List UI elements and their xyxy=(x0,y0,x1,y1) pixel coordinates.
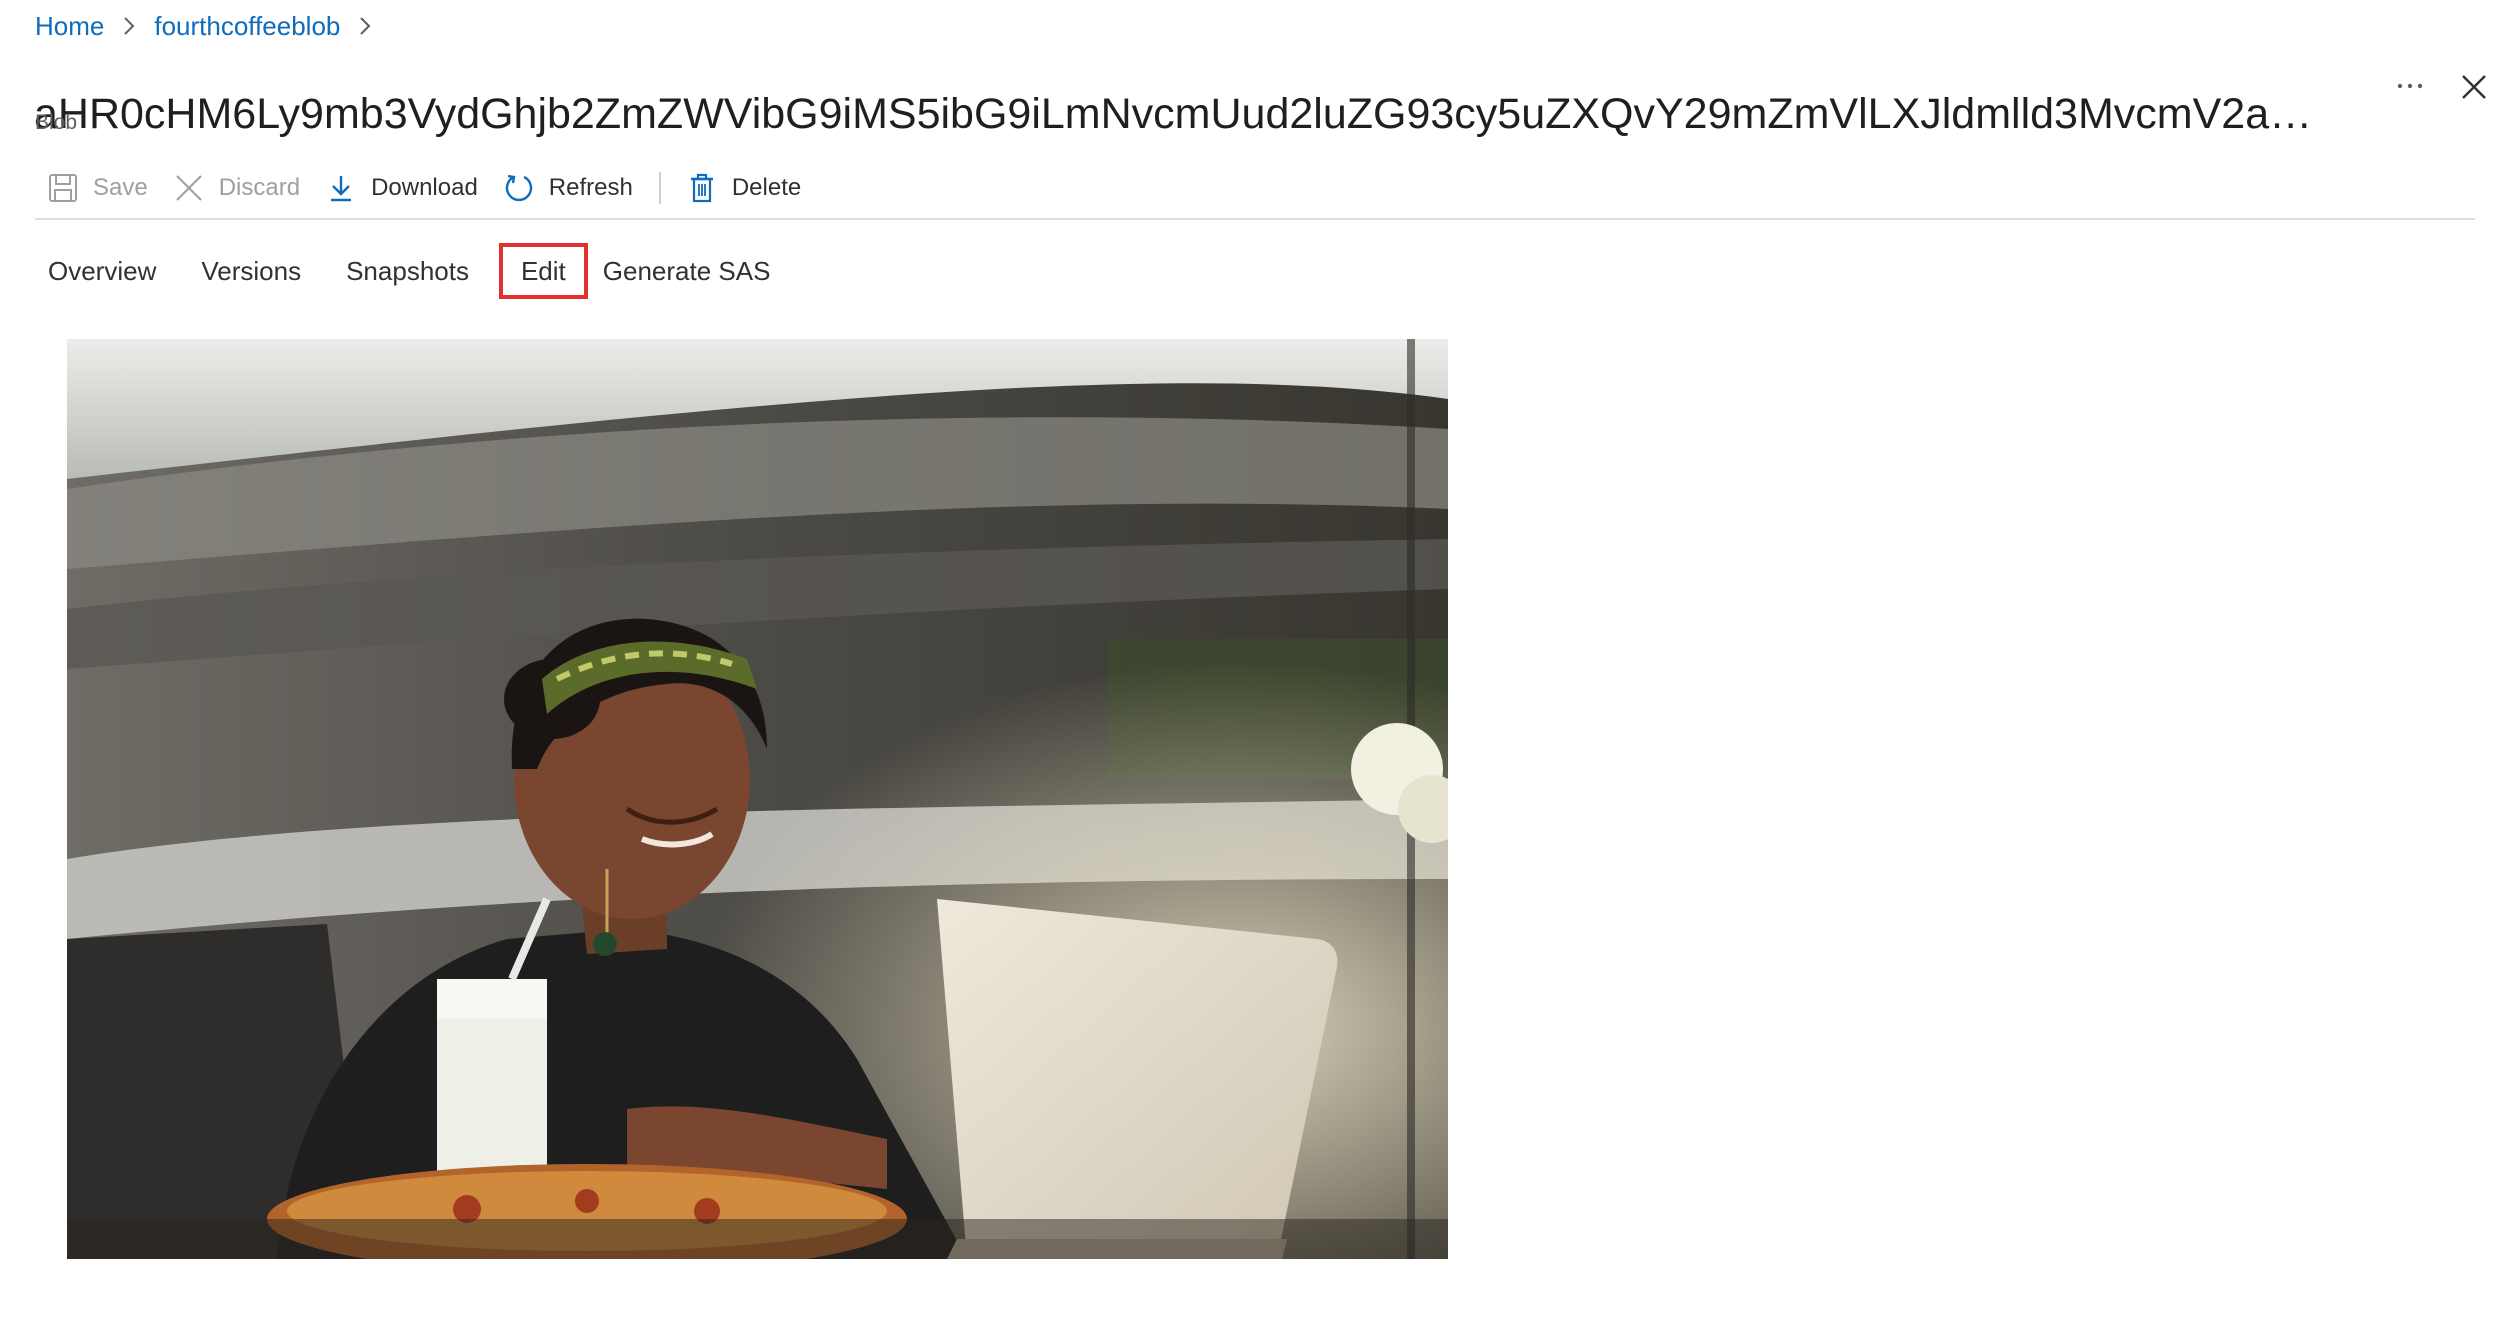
more-options-button[interactable] xyxy=(2388,66,2432,106)
resource-type-label: Blob xyxy=(35,111,78,134)
photo-woman-with-laptop xyxy=(67,339,1448,1259)
tab-list: Overview Versions Snapshots Edit Generat… xyxy=(35,243,802,299)
ellipsis-icon xyxy=(2397,83,2423,89)
download-label: Download xyxy=(371,174,478,201)
page-title: aHR0cHM6Ly9mb3VydGhjb2ZmZWVibG9iMS5ibG9i… xyxy=(34,89,2344,138)
blob-detail-page: Home fourthcoffeeblob aHR0cHM6Ly9mb3VydG… xyxy=(0,0,2495,1337)
discard-button[interactable]: Discard xyxy=(161,164,313,212)
refresh-icon xyxy=(503,172,535,204)
download-button[interactable]: Download xyxy=(313,164,491,212)
chevron-right-icon xyxy=(352,13,378,39)
trash-icon xyxy=(686,172,718,204)
title-row: aHR0cHM6Ly9mb3VydGhjb2ZmZWVibG9iMS5ibG9i… xyxy=(34,52,2486,138)
blob-image-preview xyxy=(67,339,1448,1259)
refresh-button[interactable]: Refresh xyxy=(491,164,646,212)
tab-generate-sas[interactable]: Generate SAS xyxy=(590,245,784,297)
delete-label: Delete xyxy=(731,174,802,201)
discard-icon xyxy=(173,172,205,204)
save-icon xyxy=(47,172,79,204)
tab-edit[interactable]: Edit xyxy=(498,243,588,299)
delete-button[interactable]: Delete xyxy=(674,164,814,212)
chevron-right-icon xyxy=(116,13,142,39)
download-icon xyxy=(325,172,357,204)
save-label: Save xyxy=(93,174,148,201)
close-icon xyxy=(2462,75,2486,99)
breadcrumb: Home fourthcoffeeblob xyxy=(35,8,390,44)
tab-versions[interactable]: Versions xyxy=(188,245,314,297)
breadcrumb-fourthcoffeeblob[interactable]: fourthcoffeeblob xyxy=(154,11,340,42)
refresh-label: Refresh xyxy=(548,174,633,201)
command-bar: Save Discard Download Refresh Delete xyxy=(35,164,814,212)
tab-snapshots[interactable]: Snapshots xyxy=(333,245,482,297)
toolbar-separator xyxy=(35,218,2475,220)
toolbar-divider xyxy=(658,172,661,204)
save-button[interactable]: Save xyxy=(35,164,161,212)
tab-overview[interactable]: Overview xyxy=(35,245,169,297)
breadcrumb-home[interactable]: Home xyxy=(35,11,104,42)
discard-label: Discard xyxy=(218,174,301,201)
close-button[interactable] xyxy=(2452,65,2495,109)
